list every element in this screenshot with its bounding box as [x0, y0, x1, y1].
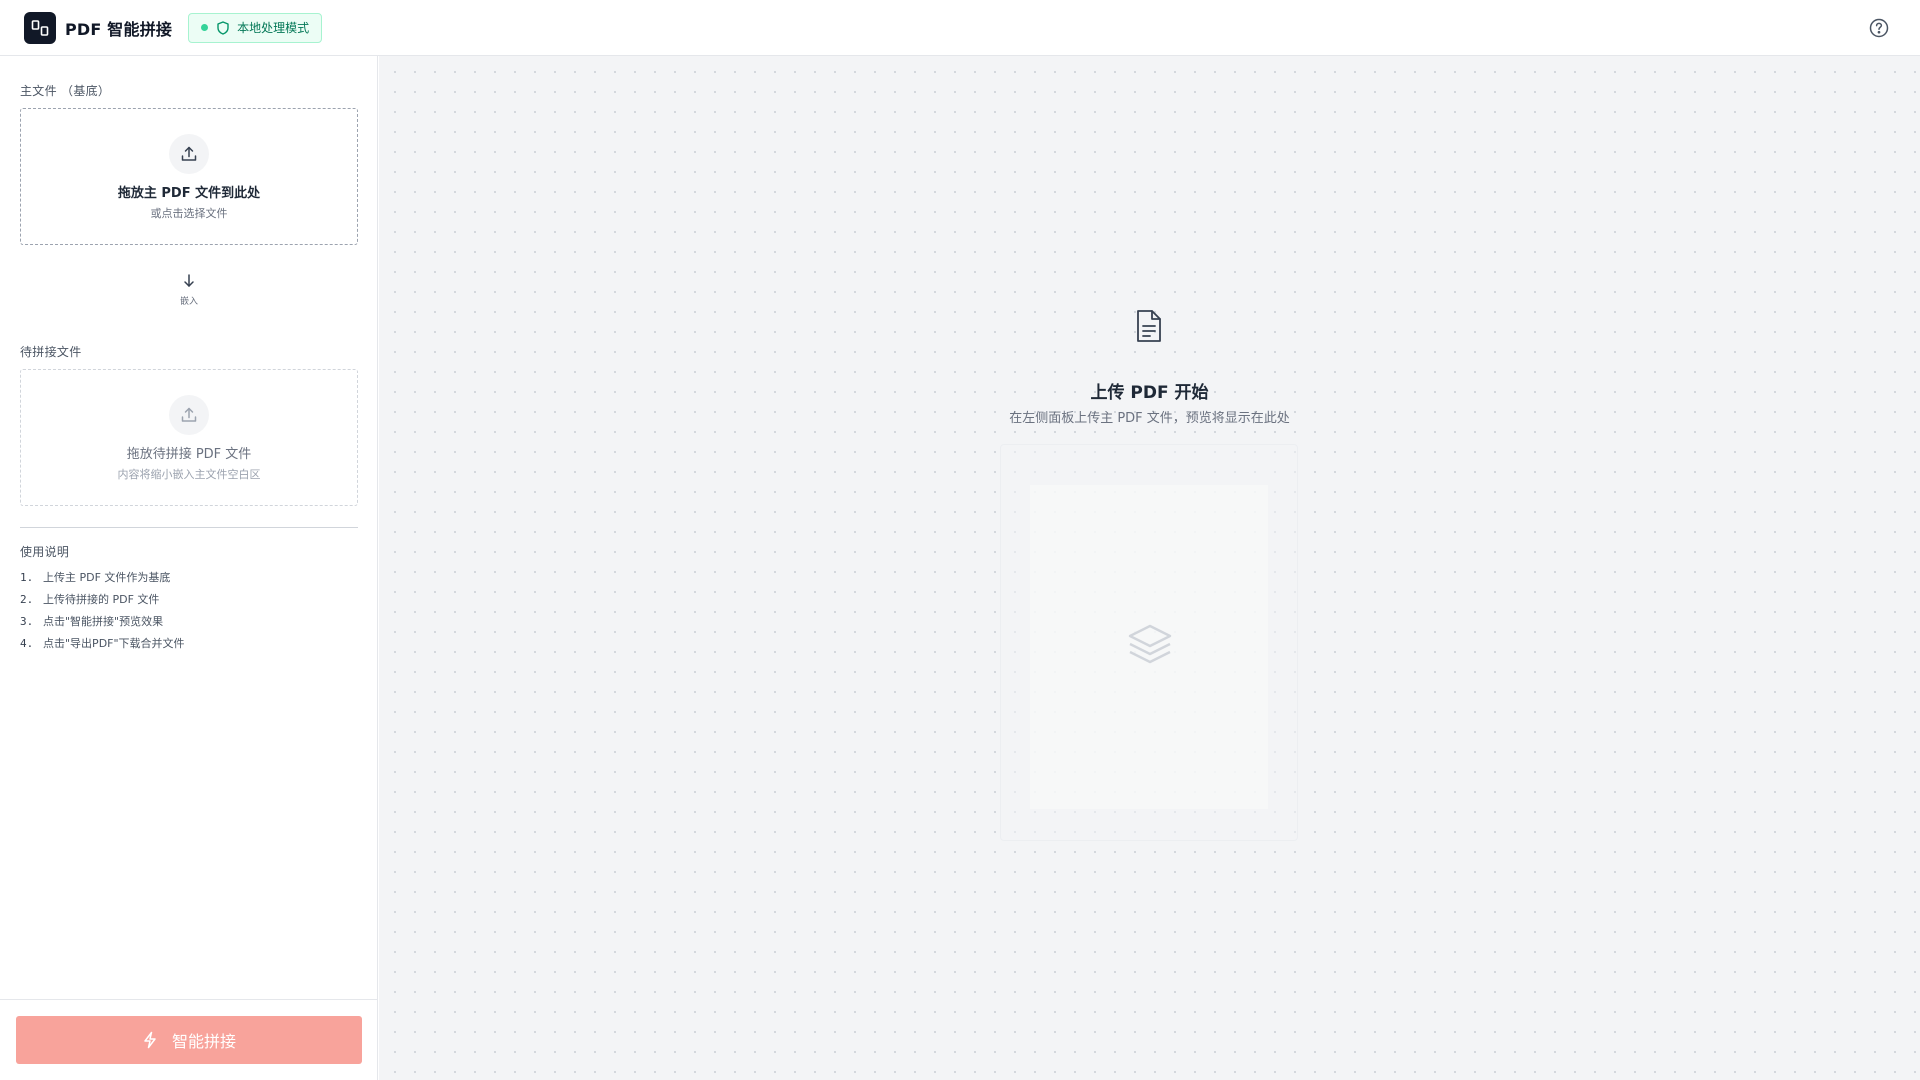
layers-icon	[1128, 624, 1172, 664]
sidebar-footer: 智能拼接	[0, 999, 378, 1080]
instruction-item: 2. 上传待拼接的 PDF 文件	[20, 592, 160, 607]
upload-icon	[169, 134, 209, 174]
control-panel: 主文件 （基底） 拖放主 PDF 文件到此处 或点击选择文件 嵌入 待拼接文件 …	[0, 56, 378, 1080]
page-placeholder	[1000, 444, 1298, 841]
main-dropzone-subtitle: 或点击选择文件	[150, 207, 228, 220]
instructions-list: 1. 上传主 PDF 文件作为基底 2. 上传待拼接的 PDF 文件 3. 点击…	[20, 566, 185, 654]
mode-badge-label: 本地处理模式	[237, 21, 310, 35]
lightning-icon	[142, 1031, 158, 1049]
instruction-item: 3. 点击"智能拼接"预览效果	[20, 614, 164, 629]
embed-label: 嵌入	[179, 297, 198, 307]
section-divider	[20, 527, 358, 528]
instructions-title: 使用说明	[20, 545, 70, 559]
arrow-down-icon	[179, 273, 199, 289]
secondary-file-label: 待拼接文件	[20, 345, 82, 359]
instruction-item: 1. 上传主 PDF 文件作为基底	[20, 570, 171, 585]
secondary-pdf-dropzone[interactable]: 拖放待拼接 PDF 文件 内容将缩小嵌入主文件空白区	[20, 369, 358, 506]
smart-merge-label: 智能拼接	[171, 1032, 236, 1051]
shield-icon	[217, 20, 229, 35]
upload-icon	[169, 395, 209, 435]
document-icon	[1133, 309, 1165, 345]
app-title: PDF 智能拼接	[65, 19, 173, 39]
help-button[interactable]	[1868, 17, 1890, 39]
empty-state-title: 上传 PDF 开始	[1090, 383, 1209, 403]
question-circle-icon	[1869, 18, 1889, 38]
split-pages-icon	[24, 11, 56, 44]
smart-merge-button[interactable]: 智能拼接	[16, 1016, 362, 1064]
main-file-label: 主文件 （基底）	[20, 84, 111, 98]
instruction-item: 4. 点击"导出PDF"下载合并文件	[20, 636, 185, 651]
preview-canvas: 上传 PDF 开始 在左侧面板上传主 PDF 文件，预览将显示在此处	[379, 56, 1920, 1080]
secondary-dropzone-subtitle: 内容将缩小嵌入主文件空白区	[117, 468, 261, 481]
status-dot-icon	[201, 24, 209, 31]
top-bar: PDF 智能拼接 本地处理模式	[0, 0, 1920, 56]
main-pdf-dropzone[interactable]: 拖放主 PDF 文件到此处 或点击选择文件	[20, 108, 358, 245]
main-dropzone-title: 拖放主 PDF 文件到此处	[117, 186, 261, 201]
local-mode-badge: 本地处理模式	[188, 12, 323, 43]
empty-state-subtitle: 在左侧面板上传主 PDF 文件，预览将显示在此处	[1009, 411, 1290, 426]
secondary-dropzone-title: 拖放待拼接 PDF 文件	[126, 447, 252, 462]
